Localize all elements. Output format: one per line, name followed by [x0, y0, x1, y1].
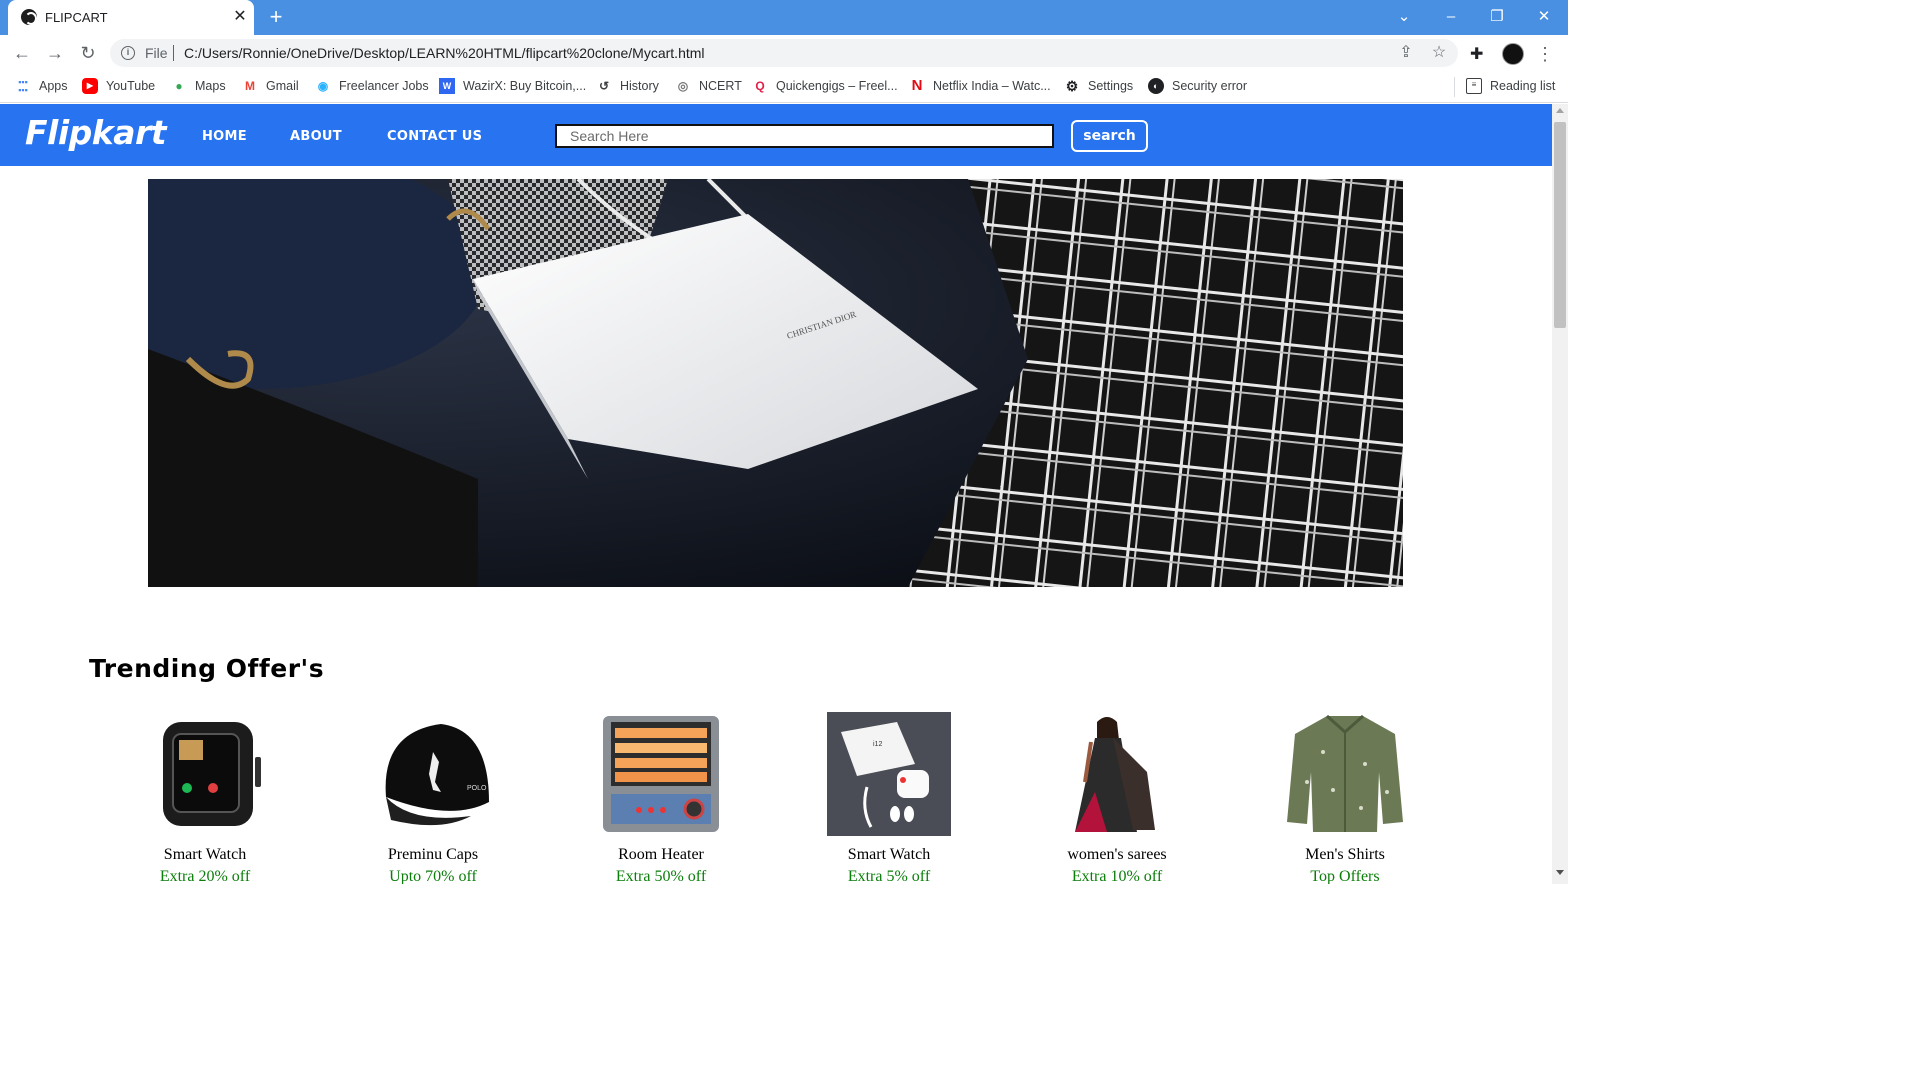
shopping-bag-hero-image: CHRISTIAN DIOR — [148, 179, 1403, 587]
site-logo[interactable]: Flipkart — [25, 113, 167, 152]
search-button[interactable]: search — [1071, 120, 1148, 152]
maps-pin-icon: ● — [175, 79, 183, 93]
smartwatch-image — [163, 722, 261, 826]
quickengigs-icon: Q — [755, 79, 765, 93]
gmail-icon: M — [245, 79, 255, 93]
browser-tab[interactable]: FLIPCART ✕ — [8, 0, 254, 35]
ncert-icon: ◎ — [677, 79, 689, 93]
product-offer: Extra 50% off — [615, 868, 707, 884]
cap-image: POLO — [385, 724, 489, 826]
page-viewport: Flipkart HOME ABOUT CONTACT US search — [0, 104, 1552, 884]
chevron-down-icon[interactable]: ⌄ — [1389, 4, 1419, 30]
browser-tabstrip: FLIPCART ✕ + ⌄ – ❐ ✕ — [0, 0, 1568, 35]
history-icon: ↺ — [598, 79, 610, 93]
product-card[interactable]: i12 Smart Watch Extra 5% off — [799, 712, 979, 884]
nav-contact[interactable]: CONTACT US — [387, 129, 482, 144]
nav-about[interactable]: ABOUT — [290, 129, 342, 144]
restore-icon[interactable]: ❐ — [1482, 4, 1512, 30]
new-tab-icon[interactable]: + — [265, 6, 287, 28]
bookmark-apps[interactable]: ▪▪▪ ▪▪▪ Apps — [15, 77, 67, 96]
site-navbar: Flipkart HOME ABOUT CONTACT US search — [0, 104, 1552, 166]
product-card[interactable]: women's sarees Extra 10% off — [1027, 712, 1207, 884]
address-bar[interactable]: i File C:/Users/Ronnie/OneDrive/Desktop/… — [110, 39, 1458, 67]
bookmark-wazirx[interactable]: W WazirX: Buy Bitcoin,... — [439, 78, 586, 96]
product-card[interactable]: Smart Watch Extra 20% off — [115, 712, 295, 884]
bookmark-maps[interactable]: ● Maps — [171, 78, 225, 96]
bookmarks-bar: ▪▪▪ ▪▪▪ Apps ▶ YouTube ● Maps M Gmail ◉ Freela… — [0, 71, 1568, 103]
bookmark-quickengigs[interactable]: Q Quickengigs – Freel... — [752, 78, 897, 96]
browser-toolbar: ← → ↻ i File C:/Users/Ronnie/OneDrive/De… — [0, 35, 1568, 71]
scroll-up-arrow-icon[interactable] — [1556, 108, 1564, 113]
file-label: File — [145, 45, 168, 61]
bookmark-freelancer[interactable]: ◉ Freelancer Jobs — [315, 78, 429, 96]
bookmark-history[interactable]: ↺ History — [596, 78, 659, 96]
wazirx-icon: W — [439, 78, 455, 94]
scroll-down-arrow-icon[interactable] — [1556, 870, 1564, 875]
shirt-image — [1287, 714, 1403, 832]
svg-text:POLO: POLO — [467, 785, 487, 792]
product-offer: Upto 70% off — [389, 868, 477, 884]
bookmark-security-error[interactable]: ◐ Security error — [1148, 78, 1247, 96]
tab-title: FLIPCART — [45, 10, 108, 25]
reload-icon[interactable]: ↻ — [77, 42, 99, 64]
bookmark-netflix[interactable]: N Netflix India – Watc... — [909, 78, 1051, 96]
reading-list-icon: ≡ — [1466, 78, 1482, 94]
netflix-icon: N — [911, 77, 923, 94]
bookmark-ncert[interactable]: ◎ NCERT — [675, 78, 742, 96]
product-name: Preminu Caps — [387, 846, 479, 863]
product-name: Men's Shirts — [1305, 846, 1385, 863]
minimize-icon[interactable]: – — [1436, 4, 1466, 30]
svg-text:i12: i12 — [873, 741, 882, 748]
product-offer: Top Offers — [1310, 868, 1380, 884]
profile-avatar[interactable] — [1502, 43, 1524, 65]
earbuds-box-image: i12 — [827, 712, 951, 836]
product-card[interactable]: Men's Shirts Top Offers — [1255, 712, 1435, 884]
freelancer-icon: ◉ — [317, 79, 329, 93]
apps-grid-icon: ▪▪▪ ▪▪▪ — [18, 77, 28, 95]
page-scrollbar[interactable] — [1552, 104, 1568, 884]
room-heater-image — [603, 716, 719, 832]
globe-icon — [21, 9, 37, 25]
divider — [173, 45, 174, 61]
reading-list[interactable]: ≡ Reading list — [1466, 78, 1555, 96]
product-offer: Extra 20% off — [159, 868, 251, 884]
info-icon[interactable]: i — [121, 46, 135, 60]
extensions-puzzle-icon[interactable]: ✚ — [1470, 44, 1490, 64]
hero-banner: CHRISTIAN DIOR — [148, 179, 1403, 587]
product-offer: Extra 5% off — [847, 868, 931, 884]
scroll-thumb[interactable] — [1554, 122, 1566, 328]
bookmark-divider — [1454, 77, 1455, 97]
product-offer: Extra 10% off — [1071, 868, 1163, 884]
bookmark-youtube[interactable]: ▶ YouTube — [82, 78, 155, 96]
back-arrow-icon[interactable]: ← — [11, 42, 33, 64]
product-name: women's sarees — [1067, 846, 1167, 863]
youtube-icon: ▶ — [82, 78, 98, 94]
close-icon[interactable]: ✕ — [230, 7, 250, 27]
nav-home[interactable]: HOME — [202, 129, 247, 144]
product-name: Smart Watch — [847, 846, 931, 863]
globe-icon: ◐ — [1148, 78, 1164, 94]
star-icon[interactable]: ☆ — [1429, 43, 1449, 63]
share-icon[interactable]: ⇪ — [1396, 43, 1416, 63]
section-title: Trending Offer's — [89, 654, 325, 683]
url-text[interactable]: C:/Users/Ronnie/OneDrive/Desktop/LEARN%2… — [184, 45, 705, 61]
gear-icon: ⚙ — [1065, 78, 1079, 94]
menu-dots-icon[interactable]: ⋮ — [1536, 43, 1554, 65]
bookmark-settings[interactable]: ⚙ Settings — [1064, 78, 1133, 96]
search-input[interactable] — [555, 124, 1054, 148]
saree-image — [1075, 717, 1155, 832]
bookmark-gmail[interactable]: M Gmail — [242, 78, 299, 96]
product-card[interactable]: Room Heater Extra 50% off — [571, 712, 751, 884]
product-name: Smart Watch — [163, 846, 247, 863]
product-name: Room Heater — [618, 846, 704, 863]
close-window-icon[interactable]: ✕ — [1529, 4, 1559, 30]
product-card[interactable]: POLO Preminu Caps Upto 70% off — [343, 712, 523, 884]
forward-arrow-icon[interactable]: → — [44, 42, 66, 64]
